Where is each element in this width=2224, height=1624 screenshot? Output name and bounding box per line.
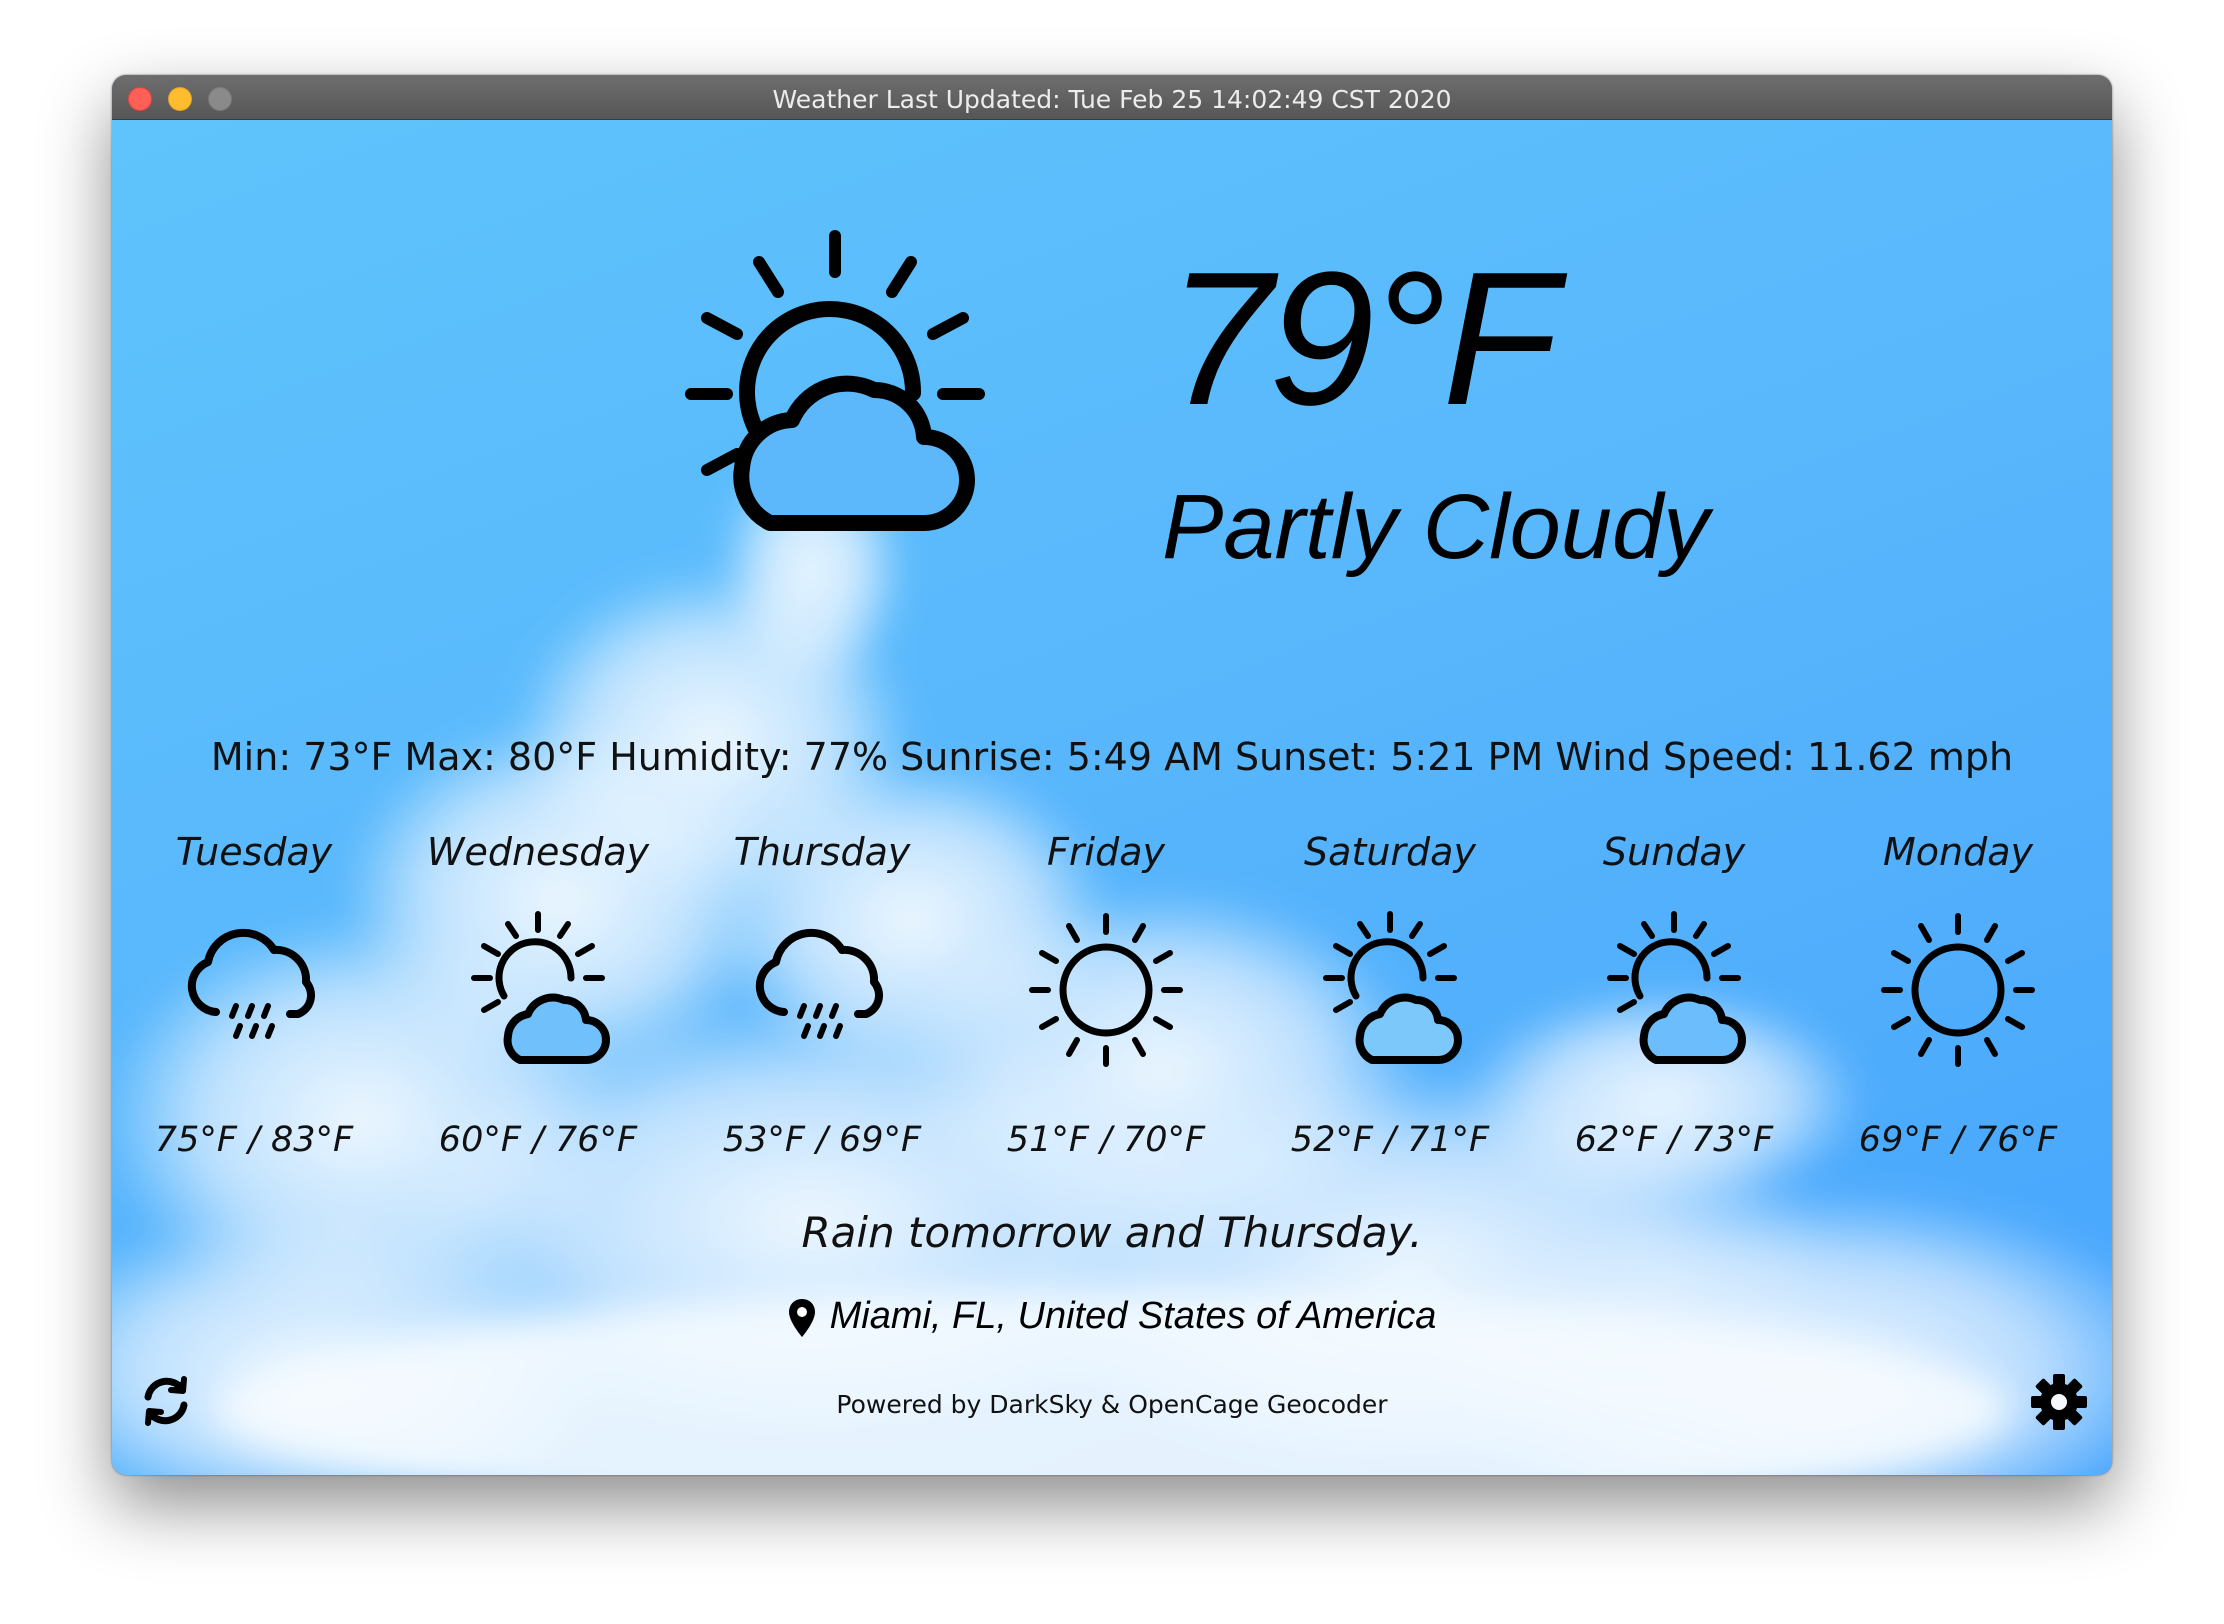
forecast-day-name: Monday (1882, 830, 2033, 874)
location-line: Miami, FL, United States of America (112, 1295, 2112, 1338)
sky-clouds-background (112, 450, 2112, 1475)
forecast-day: Wednesday 60°F / 76°F (396, 820, 680, 1170)
map-pin-icon (788, 1299, 815, 1337)
forecast-day-name: Thursday (733, 830, 911, 874)
current-details: Min: 73°F Max: 80°F Humidity: 77% Sunris… (210, 735, 2014, 779)
forecast-day: Saturday 52°F / 71°F (1248, 820, 1532, 1170)
weather-panel: 79°F Partly Cloudy Min: 73°F Max: 80°F H… (112, 120, 2112, 1475)
forecast-temps: 52°F / 71°F (1290, 1120, 1490, 1160)
app-window: Weather Last Updated: Tue Feb 25 14:02:4… (112, 75, 2112, 1475)
forecast-day: Sunday 62°F / 73°F (1532, 820, 1816, 1170)
rain-icon (755, 928, 884, 1039)
powered-by-credit: Powered by DarkSky & OpenCage Geocoder (836, 1390, 1388, 1419)
gear-icon[interactable] (2030, 1373, 2088, 1431)
clear-day-icon (1881, 913, 2035, 1067)
rain-icon (187, 928, 316, 1039)
forecast-day: Friday 51°F / 70°F (964, 820, 1248, 1170)
clear-day-icon (1029, 913, 1183, 1067)
partly-cloudy-icon (1323, 911, 1462, 1064)
forecast-day-name: Wednesday (426, 830, 650, 874)
forecast-temps: 51°F / 70°F (1006, 1120, 1206, 1160)
partly-cloudy-icon (685, 230, 985, 531)
title-bar[interactable]: Weather Last Updated: Tue Feb 25 14:02:4… (112, 75, 2112, 120)
forecast-temps: 75°F / 83°F (154, 1120, 354, 1160)
refresh-icon[interactable] (140, 1375, 192, 1427)
forecast-temps: 69°F / 76°F (1858, 1120, 2058, 1160)
forecast-temps: 60°F / 76°F (438, 1120, 638, 1160)
forecast-day-name: Tuesday (175, 830, 333, 874)
location-name: Miami, FL, United States of America (829, 1295, 1437, 1337)
forecast-day-name: Sunday (1602, 830, 1746, 874)
current-condition: Partly Cloudy (1162, 476, 1710, 578)
forecast-summary: Rain tomorrow and Thursday. (801, 1208, 1423, 1257)
window-title: Weather Last Updated: Tue Feb 25 14:02:4… (772, 85, 1452, 114)
forecast-day: Thursday 53°F / 69°F (680, 820, 964, 1170)
forecast-day-name: Saturday (1304, 830, 1476, 874)
partly-cloudy-icon (471, 911, 610, 1064)
forecast-temps: 53°F / 69°F (722, 1120, 922, 1160)
forecast-day: Tuesday 75°F / 83°F (112, 820, 396, 1170)
forecast-temps: 62°F / 73°F (1574, 1120, 1774, 1160)
forecast-day-name: Friday (1047, 830, 1165, 874)
partly-cloudy-icon (1607, 911, 1746, 1064)
forecast-day: Monday 69°F / 76°F (1816, 820, 2100, 1170)
current-temperature: 79°F (1167, 233, 1558, 445)
